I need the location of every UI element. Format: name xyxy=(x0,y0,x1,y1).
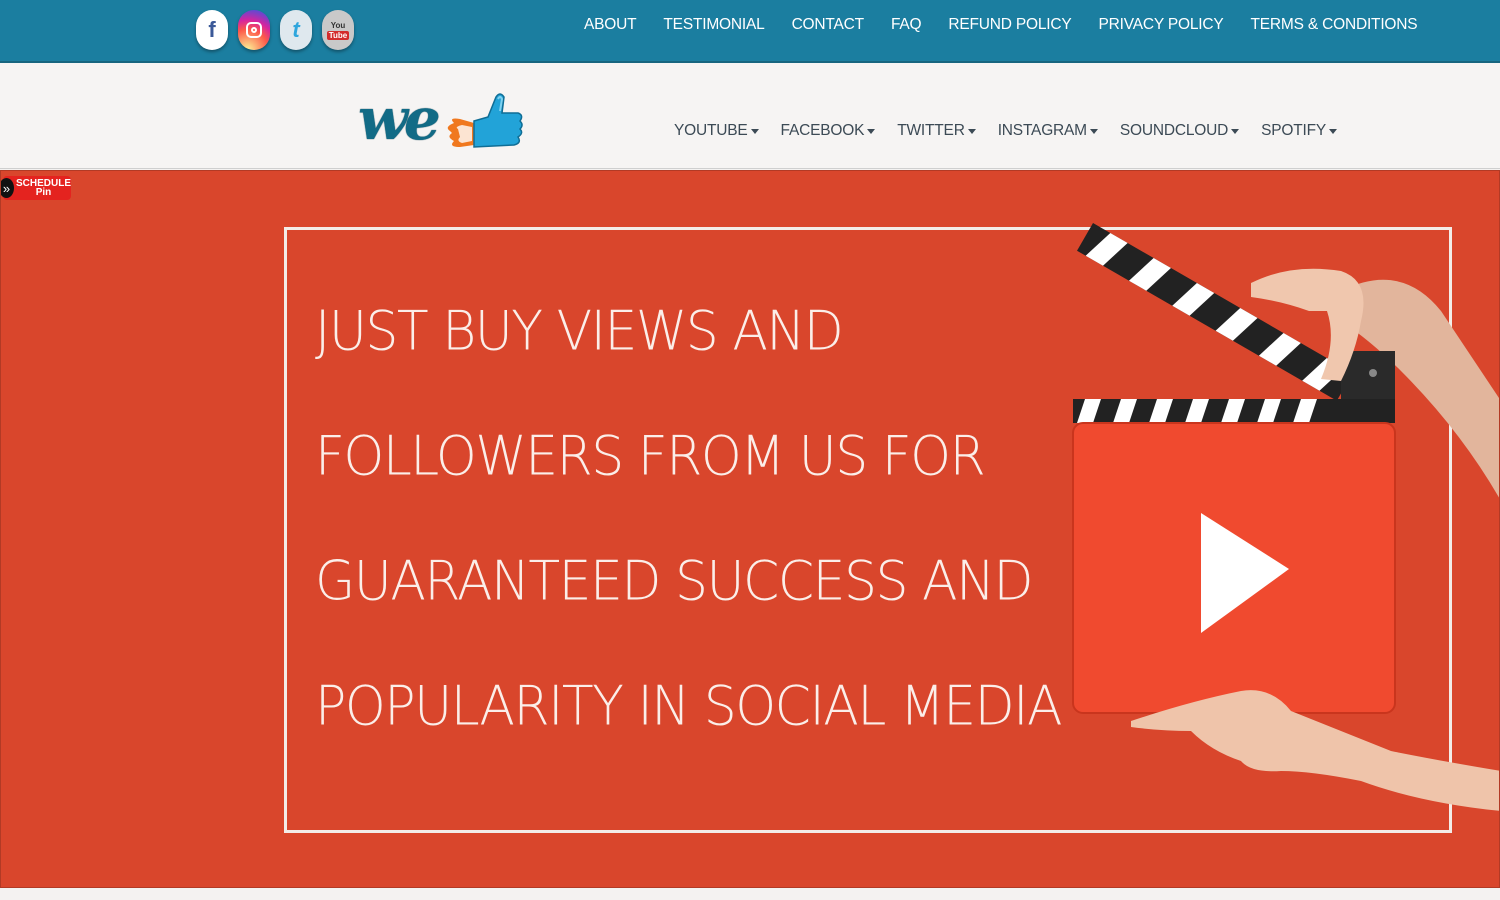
nav-faq[interactable]: FAQ xyxy=(891,16,922,34)
top-nav: ABOUT TESTIMONIAL CONTACT FAQ REFUND POL… xyxy=(584,16,1418,34)
caret-down-icon xyxy=(867,128,876,134)
headline-line-4: POPULARITY IN SOCIAL MEDIA xyxy=(315,675,1063,739)
caret-down-icon xyxy=(967,128,976,134)
clapperboard-illustration xyxy=(1072,223,1499,811)
caret-down-icon xyxy=(1329,128,1338,134)
hero-banner: » SCHEDULE Pin JUST BUY VIEWS AND FOLLOWE… xyxy=(0,170,1500,888)
logo-text: we xyxy=(358,85,441,153)
nav-refund-policy[interactable]: REFUND POLICY xyxy=(948,16,1071,34)
top-bar: f t You Tube ABOUT TESTIMONIAL CONTACT F… xyxy=(0,0,1500,63)
instagram-icon[interactable] xyxy=(238,10,270,50)
main-nav: YOUTUBE FACEBOOK TWITTER INSTAGRAM SOUND… xyxy=(674,122,1338,140)
caret-down-icon xyxy=(750,128,759,134)
nav-soundcloud-dropdown[interactable]: SOUNDCLOUD xyxy=(1119,122,1240,140)
youtube-icon[interactable]: You Tube xyxy=(322,10,354,50)
nav-youtube-dropdown[interactable]: YOUTUBE xyxy=(674,122,759,140)
headline-line-1: JUST BUY VIEWS AND xyxy=(315,300,844,364)
schedule-pin-line2: Pin xyxy=(35,187,52,198)
caret-down-icon xyxy=(1089,128,1098,134)
nav-privacy-policy[interactable]: PRIVACY POLICY xyxy=(1099,16,1224,34)
nav-terms-conditions[interactable]: TERMS & CONDITIONS xyxy=(1251,16,1418,34)
schedule-pin-label: SCHEDULE Pin xyxy=(16,179,71,198)
nav-testimonial[interactable]: TESTIMONIAL xyxy=(663,16,764,34)
headline-line-2: FOLLOWERS FROM US FOR xyxy=(315,425,986,489)
nav-youtube-label: YOUTUBE xyxy=(674,122,748,139)
instagram-camera-shape xyxy=(246,22,262,38)
facebook-icon[interactable]: f xyxy=(196,10,228,50)
nav-spotify-dropdown[interactable]: SPOTIFY xyxy=(1261,122,1338,140)
nav-contact[interactable]: CONTACT xyxy=(792,16,865,34)
thumbs-up-icon xyxy=(447,93,523,148)
youtube-glyph-bottom: Tube xyxy=(326,30,350,40)
nav-twitter-dropdown[interactable]: TWITTER xyxy=(897,122,976,140)
nav-instagram-dropdown[interactable]: INSTAGRAM xyxy=(998,122,1098,140)
nav-about[interactable]: ABOUT xyxy=(584,16,637,34)
nav-spotify-label: SPOTIFY xyxy=(1261,122,1327,139)
nav-facebook-dropdown[interactable]: FACEBOOK xyxy=(781,122,876,140)
twitter-glyph: t xyxy=(292,17,300,42)
schedule-pin-button[interactable]: » SCHEDULE Pin xyxy=(1,176,71,200)
youtube-glyph-top: You xyxy=(330,20,346,30)
site-header: we YOUTUBE FACEBOOK TWITTER INSTAGRAM SO… xyxy=(0,63,1500,169)
twitter-icon[interactable]: t xyxy=(280,10,312,50)
caret-down-icon xyxy=(1231,128,1240,134)
site-logo[interactable]: we xyxy=(358,85,523,159)
nav-twitter-label: TWITTER xyxy=(897,122,965,139)
nav-instagram-label: INSTAGRAM xyxy=(997,122,1087,139)
social-links: f t You Tube xyxy=(196,10,354,50)
hero-headline: JUST BUY VIEWS AND FOLLOWERS FROM US FOR… xyxy=(315,297,1063,797)
nav-soundcloud-label: SOUNDCLOUD xyxy=(1119,122,1229,139)
nav-facebook-label: FACEBOOK xyxy=(780,122,865,139)
page-bottom-strip xyxy=(0,888,1500,900)
facebook-glyph: f xyxy=(208,17,216,42)
double-chevron-icon: » xyxy=(1,178,14,198)
headline-line-3: GUARANTEED SUCCESS AND xyxy=(315,550,1034,614)
